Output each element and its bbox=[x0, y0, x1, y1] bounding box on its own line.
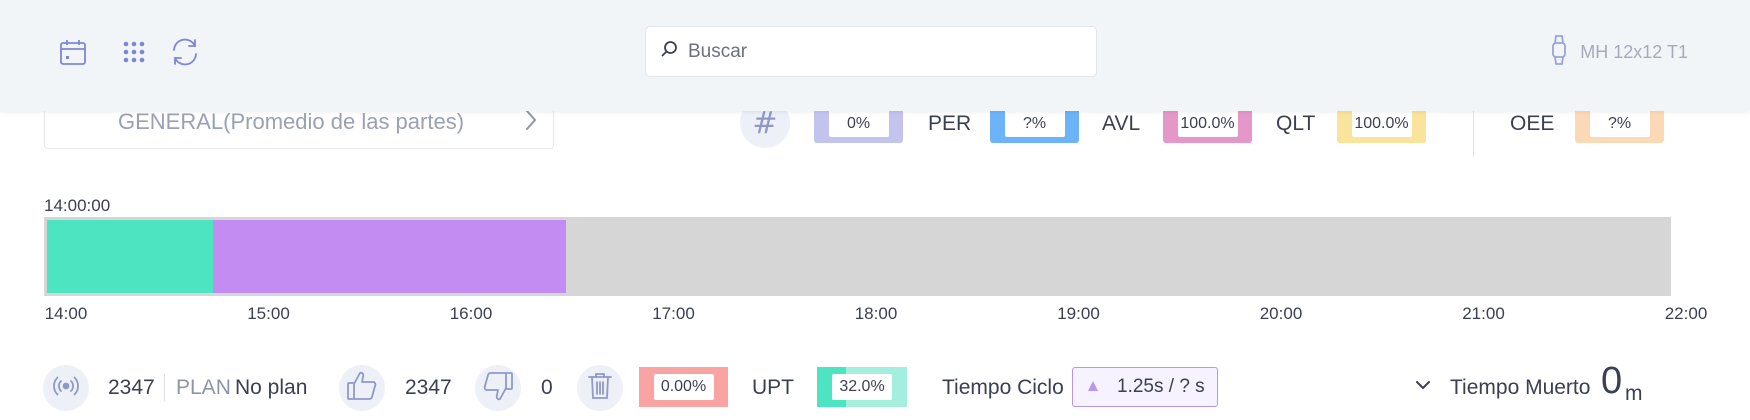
timeline-segment[interactable] bbox=[213, 220, 566, 293]
upt-progress-box: 32.0% bbox=[817, 367, 907, 407]
triangle-up-icon bbox=[1087, 376, 1099, 398]
dead-time-value: 0 bbox=[1601, 360, 1623, 402]
timeline-tick-label: 18:00 bbox=[854, 304, 898, 323]
oee-label: OEE bbox=[1510, 112, 1555, 135]
bad-parts-value: 0 bbox=[541, 376, 553, 399]
watch-icon bbox=[1550, 34, 1568, 71]
chevron-down-icon[interactable] bbox=[1414, 378, 1432, 397]
calendar-icon[interactable] bbox=[56, 35, 90, 69]
per-label: PER bbox=[928, 112, 972, 135]
thumbs-up-icon bbox=[345, 369, 379, 408]
signal-icon bbox=[52, 372, 80, 405]
avl-kpi-box: 100.0% bbox=[1163, 111, 1252, 143]
avl-label: AVL bbox=[1102, 112, 1141, 135]
plan-label: PLAN bbox=[176, 376, 231, 399]
timeline-tick-label: 20:00 bbox=[1259, 304, 1303, 323]
count-kpi-box: 0% bbox=[814, 111, 903, 143]
qlt-kpi-value: 100.0% bbox=[1351, 111, 1412, 137]
thumbs-down-icon bbox=[481, 369, 515, 408]
avl-kpi-value: 100.0% bbox=[1177, 111, 1238, 137]
trash-icon bbox=[587, 371, 613, 406]
timeline-tick-label: 17:00 bbox=[652, 304, 695, 323]
cycle-time-label: Tiempo Ciclo bbox=[942, 376, 1064, 399]
upt-value: 32.0% bbox=[832, 374, 892, 400]
part-selector-label: GENERAL(Promedio de las partes) bbox=[118, 109, 465, 134]
qlt-label: QLT bbox=[1276, 112, 1316, 135]
signal-badge bbox=[43, 365, 89, 411]
timeline-tick-label: 21:00 bbox=[1462, 304, 1505, 323]
timeline-tick-label: 14:00 bbox=[44, 304, 88, 323]
timeline-tick-label: 15:00 bbox=[247, 304, 290, 323]
count-kpi-value: 0% bbox=[828, 111, 889, 137]
bad-parts-badge bbox=[475, 365, 521, 411]
oee-kpi-value: ?% bbox=[1589, 111, 1650, 137]
scrap-rate-box: 0.00% bbox=[639, 367, 728, 407]
dead-time-label: Tiempo Muerto bbox=[1450, 376, 1591, 399]
timeline-tick-label: 16:00 bbox=[449, 304, 493, 323]
timeline-track[interactable] bbox=[44, 217, 1671, 296]
upt-label: UPT bbox=[752, 376, 794, 399]
top-bar: MH 12x12 T1 bbox=[0, 0, 1750, 111]
timeline-tick-label: 19:00 bbox=[1057, 304, 1100, 323]
plan-value: No plan bbox=[235, 376, 308, 399]
cycle-time-box: 1.25s / ? s bbox=[1072, 367, 1218, 407]
search-icon bbox=[660, 40, 678, 63]
dead-time-unit: m bbox=[1625, 382, 1643, 405]
timeline-segment[interactable] bbox=[47, 220, 214, 293]
timeline-start-time: 14:00:00 bbox=[44, 196, 111, 215]
search-input[interactable] bbox=[688, 40, 1088, 63]
kpi-divider bbox=[1473, 111, 1474, 157]
good-parts-badge bbox=[339, 365, 385, 411]
scrap-badge bbox=[577, 365, 623, 411]
machine-label: MH 12x12 T1 bbox=[1580, 42, 1688, 62]
per-kpi-box: ?% bbox=[990, 111, 1079, 143]
count-value: 2347 bbox=[108, 376, 155, 399]
chevron-right-icon bbox=[523, 108, 539, 137]
stat-separator bbox=[164, 374, 165, 401]
machine-selector[interactable]: MH 12x12 T1 bbox=[1550, 34, 1688, 71]
grid-icon[interactable] bbox=[117, 35, 151, 69]
per-kpi-value: ?% bbox=[1004, 111, 1065, 137]
good-parts-value: 2347 bbox=[405, 376, 452, 399]
timeline-tick-label: 22:00 bbox=[1664, 304, 1708, 323]
cycle-time-value: 1.25s / ? s bbox=[1117, 376, 1205, 397]
refresh-icon[interactable] bbox=[168, 35, 202, 69]
oee-kpi-box: ?% bbox=[1575, 111, 1664, 143]
scrap-rate-value: 0.00% bbox=[653, 374, 714, 400]
search-box[interactable] bbox=[645, 26, 1097, 77]
qlt-kpi-box: 100.0% bbox=[1337, 111, 1426, 143]
